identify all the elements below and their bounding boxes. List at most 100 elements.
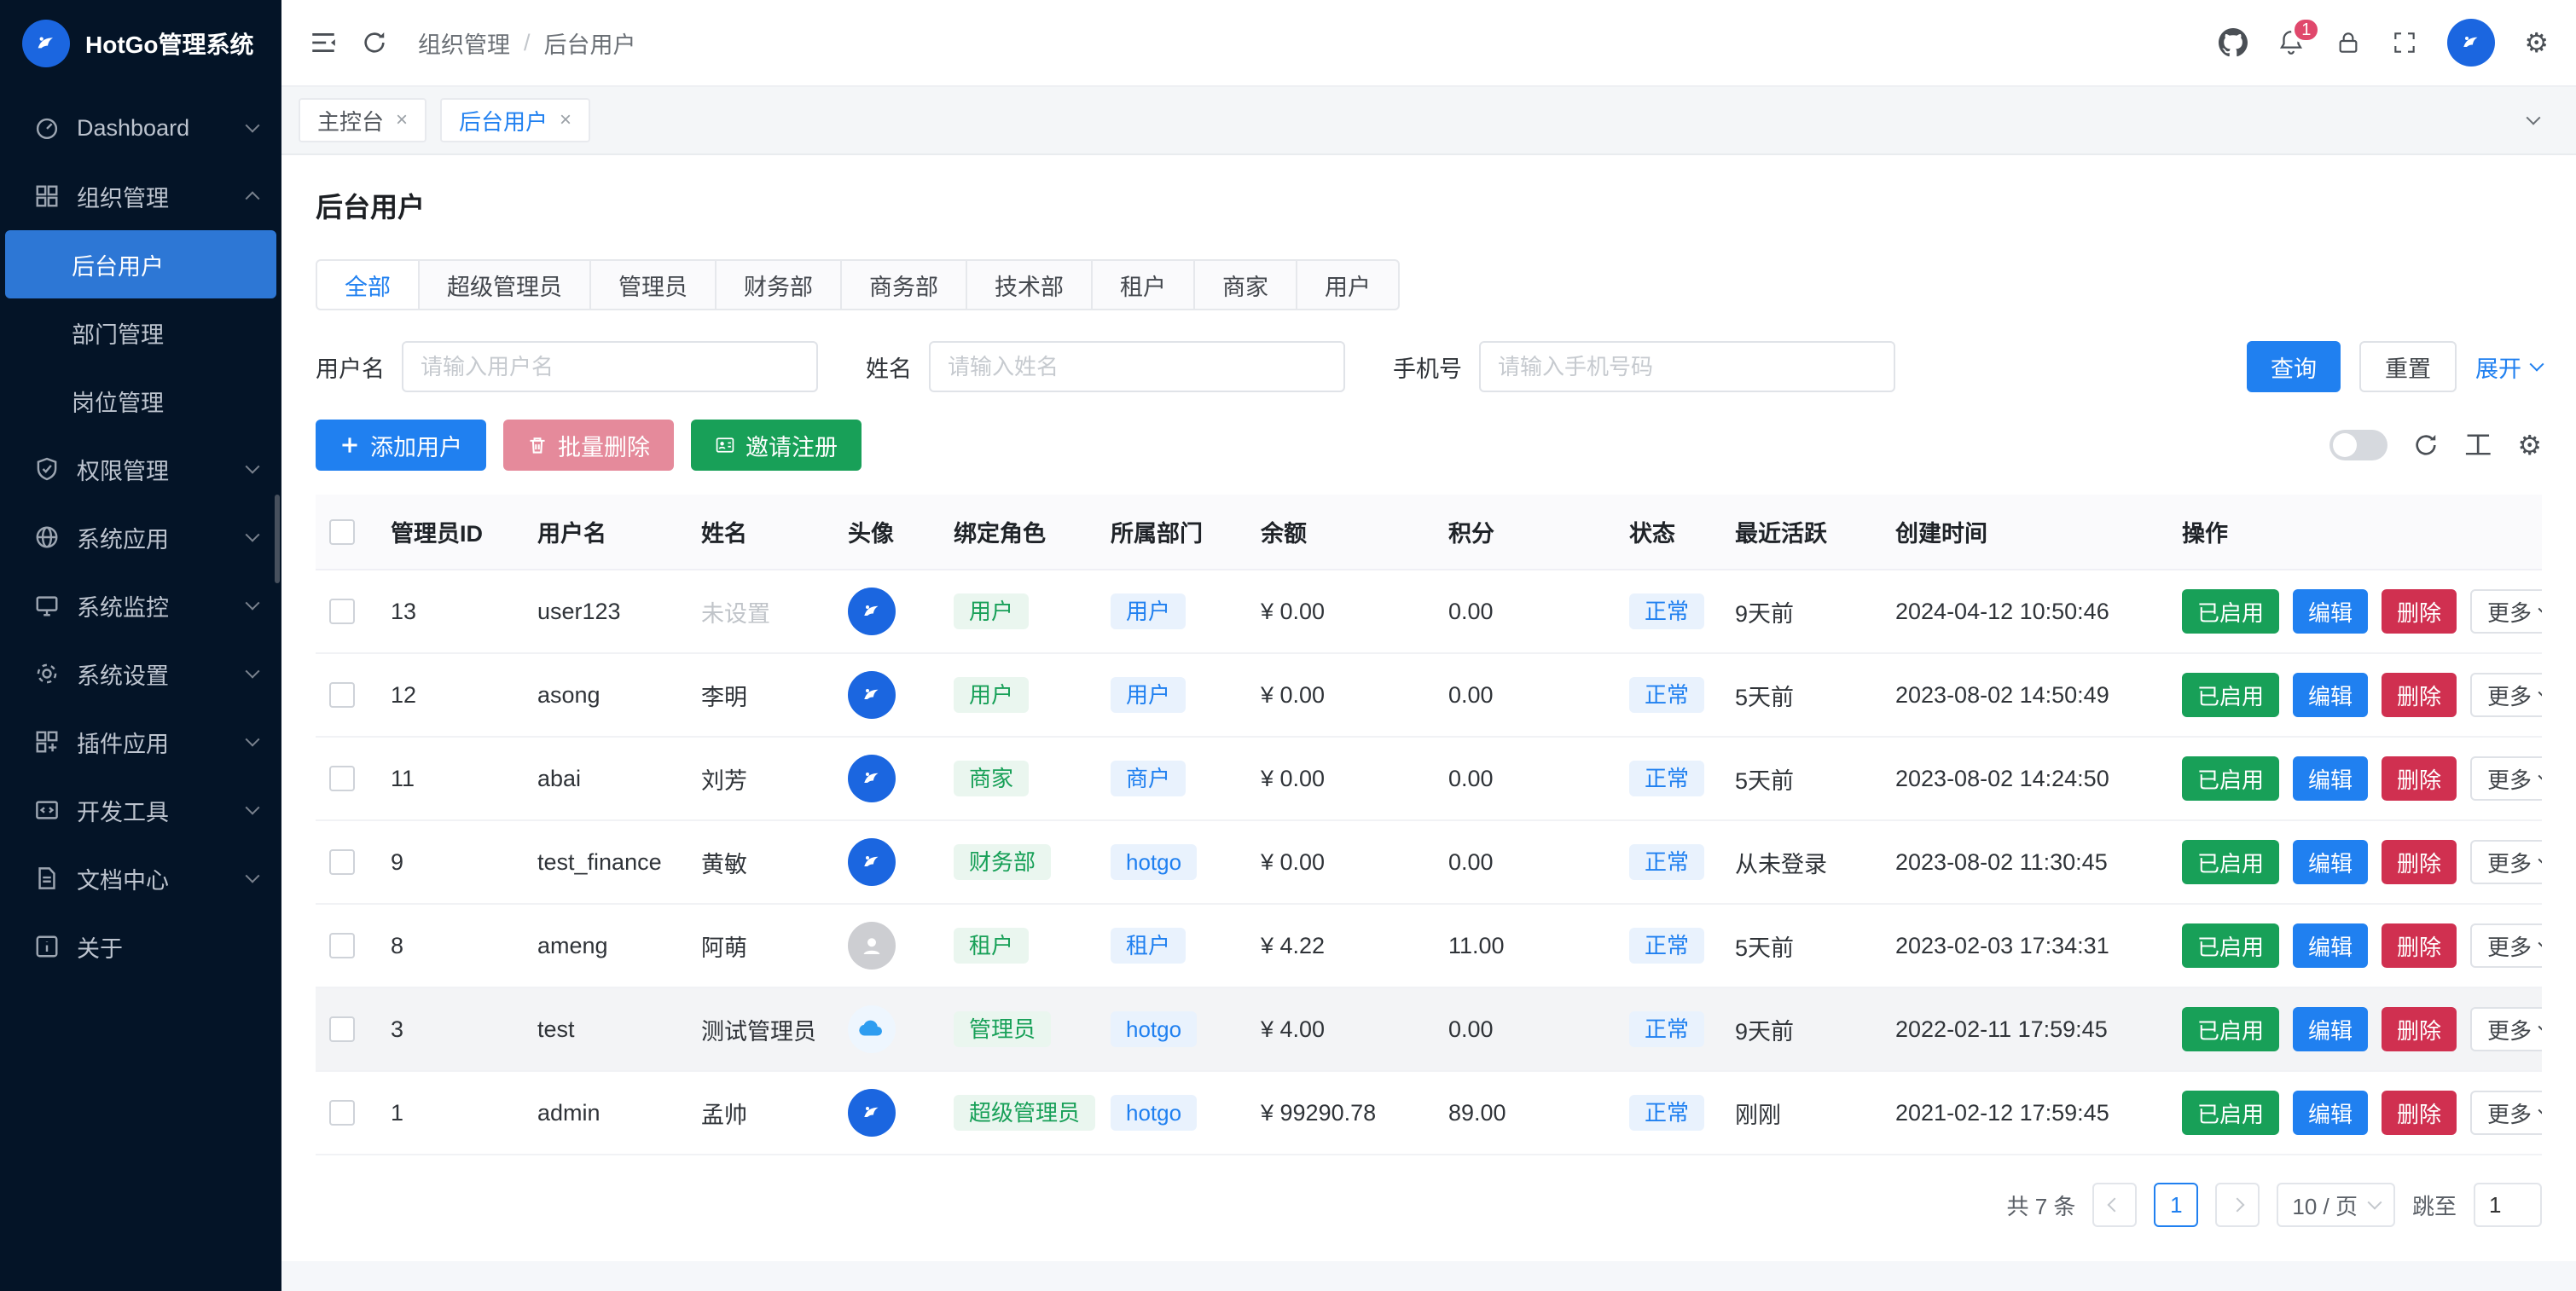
sidebar-item-org[interactable]: 组织管理 bbox=[0, 162, 281, 230]
row-checkbox[interactable] bbox=[329, 1100, 355, 1126]
github-icon[interactable] bbox=[2219, 28, 2248, 57]
filter-tab-tech[interactable]: 技术部 bbox=[966, 259, 1093, 310]
breadcrumb-item[interactable]: 后台用户 bbox=[544, 26, 636, 60]
settings-gear-icon[interactable]: ⚙ bbox=[2524, 29, 2549, 56]
enabled-button[interactable]: 已启用 bbox=[2182, 923, 2279, 968]
sidebar-item-permissions[interactable]: 权限管理 bbox=[0, 435, 281, 503]
filter-tab-user[interactable]: 用户 bbox=[1296, 259, 1400, 310]
more-button[interactable]: 更多 bbox=[2470, 840, 2542, 884]
edit-button[interactable]: 编辑 bbox=[2293, 840, 2368, 884]
next-page-button[interactable] bbox=[2215, 1183, 2260, 1227]
col-balance: 余额 bbox=[1247, 495, 1435, 570]
chevron-down-icon bbox=[2530, 357, 2544, 372]
filter-tab-merchant[interactable]: 商家 bbox=[1193, 259, 1297, 310]
tab-backend-users[interactable]: 后台用户 × bbox=[440, 98, 590, 142]
reset-button[interactable]: 重置 bbox=[2359, 341, 2457, 392]
page-number-button[interactable]: 1 bbox=[2154, 1183, 2198, 1227]
enabled-button[interactable]: 已启用 bbox=[2182, 1007, 2279, 1051]
select-all-checkbox[interactable] bbox=[329, 519, 355, 545]
status-badge: 正常 bbox=[1629, 1011, 1704, 1047]
tab-console[interactable]: 主控台 × bbox=[299, 98, 426, 142]
app-logo[interactable]: HotGo管理系统 bbox=[0, 0, 281, 87]
close-icon[interactable]: × bbox=[396, 110, 408, 130]
delete-button[interactable]: 删除 bbox=[2382, 840, 2457, 884]
edit-button[interactable]: 编辑 bbox=[2293, 673, 2368, 717]
sidebar-item-backend-users[interactable]: 后台用户 bbox=[5, 230, 276, 298]
row-checkbox[interactable] bbox=[329, 766, 355, 791]
column-settings-gear-icon[interactable]: ⚙ bbox=[2517, 431, 2542, 459]
more-button[interactable]: 更多 bbox=[2470, 589, 2542, 634]
row-checkbox[interactable] bbox=[329, 849, 355, 875]
filter-tab-all[interactable]: 全部 bbox=[316, 259, 420, 310]
sidebar-item-dashboard[interactable]: Dashboard bbox=[0, 94, 281, 162]
user-avatar[interactable] bbox=[2447, 19, 2495, 67]
enabled-button[interactable]: 已启用 bbox=[2182, 673, 2279, 717]
breadcrumb-separator: / bbox=[524, 30, 531, 56]
delete-button[interactable]: 删除 bbox=[2382, 923, 2457, 968]
expand-link[interactable]: 展开 bbox=[2475, 350, 2542, 384]
delete-button[interactable]: 删除 bbox=[2382, 589, 2457, 634]
enabled-button[interactable]: 已启用 bbox=[2182, 756, 2279, 801]
username-input[interactable] bbox=[402, 341, 818, 392]
name-input[interactable] bbox=[929, 341, 1345, 392]
page-size-select[interactable]: 10 / 页 bbox=[2277, 1183, 2395, 1227]
edit-button[interactable]: 编辑 bbox=[2293, 1007, 2368, 1051]
filter-tab-admin[interactable]: 管理员 bbox=[589, 259, 717, 310]
goto-page-input[interactable] bbox=[2474, 1183, 2542, 1227]
filter-tab-tenant[interactable]: 租户 bbox=[1091, 259, 1195, 310]
sidebar-item-monitor[interactable]: 系统监控 bbox=[0, 571, 281, 640]
breadcrumb-item[interactable]: 组织管理 bbox=[418, 26, 510, 60]
close-icon[interactable]: × bbox=[560, 110, 571, 130]
enabled-button[interactable]: 已启用 bbox=[2182, 589, 2279, 634]
sidebar-item-devtools[interactable]: 开发工具 bbox=[0, 776, 281, 844]
col-avatar: 头像 bbox=[834, 495, 940, 570]
enabled-button[interactable]: 已启用 bbox=[2182, 840, 2279, 884]
row-checkbox[interactable] bbox=[329, 682, 355, 708]
more-button[interactable]: 更多 bbox=[2470, 923, 2542, 968]
sidebar-item-docs[interactable]: 文档中心 bbox=[0, 844, 281, 912]
sidebar-collapse-icon[interactable] bbox=[309, 28, 338, 57]
search-button[interactable]: 查询 bbox=[2247, 341, 2341, 392]
delete-button[interactable]: 删除 bbox=[2382, 673, 2457, 717]
sidebar-item-plugins[interactable]: 插件应用 bbox=[0, 708, 281, 776]
refresh-icon[interactable] bbox=[362, 30, 387, 55]
more-button[interactable]: 更多 bbox=[2470, 756, 2542, 801]
batch-delete-button[interactable]: 批量删除 bbox=[503, 420, 674, 471]
filter-tab-superadmin[interactable]: 超级管理员 bbox=[418, 259, 591, 310]
row-checkbox[interactable] bbox=[329, 599, 355, 624]
add-user-button[interactable]: 添加用户 bbox=[316, 420, 486, 471]
filter-tab-business[interactable]: 商务部 bbox=[840, 259, 967, 310]
row-checkbox[interactable] bbox=[329, 933, 355, 958]
fullscreen-icon[interactable] bbox=[2391, 29, 2418, 56]
sidebar-item-positions[interactable]: 岗位管理 bbox=[0, 367, 281, 435]
sidebar-item-about[interactable]: 关于 bbox=[0, 912, 281, 981]
chevron-down-icon bbox=[246, 732, 260, 747]
edit-button[interactable]: 编辑 bbox=[2293, 756, 2368, 801]
sidebar-scrollbar[interactable] bbox=[275, 495, 280, 583]
prev-page-button[interactable] bbox=[2092, 1183, 2137, 1227]
col-status: 状态 bbox=[1616, 495, 1721, 570]
invite-register-button[interactable]: 邀请注册 bbox=[691, 420, 862, 471]
sidebar-item-departments[interactable]: 部门管理 bbox=[0, 298, 281, 367]
sidebar-item-apps[interactable]: 系统应用 bbox=[0, 503, 281, 571]
edit-button[interactable]: 编辑 bbox=[2293, 589, 2368, 634]
lock-screen-icon[interactable] bbox=[2335, 29, 2362, 56]
delete-button[interactable]: 删除 bbox=[2382, 756, 2457, 801]
tabs-menu-chevron[interactable] bbox=[2508, 98, 2559, 142]
sidebar-item-settings[interactable]: 系统设置 bbox=[0, 640, 281, 708]
delete-button[interactable]: 删除 bbox=[2382, 1091, 2457, 1135]
more-button[interactable]: 更多 bbox=[2470, 1007, 2542, 1051]
enabled-button[interactable]: 已启用 bbox=[2182, 1091, 2279, 1135]
edit-button[interactable]: 编辑 bbox=[2293, 1091, 2368, 1135]
more-button[interactable]: 更多 bbox=[2470, 673, 2542, 717]
notification-bell-icon[interactable]: 1 bbox=[2277, 28, 2306, 57]
row-density-icon[interactable]: 工 bbox=[2464, 431, 2492, 459]
delete-button[interactable]: 删除 bbox=[2382, 1007, 2457, 1051]
filter-tab-finance[interactable]: 财务部 bbox=[715, 259, 842, 310]
more-button[interactable]: 更多 bbox=[2470, 1091, 2542, 1135]
table-refresh-icon[interactable] bbox=[2413, 432, 2439, 458]
row-checkbox[interactable] bbox=[329, 1016, 355, 1042]
edit-button[interactable]: 编辑 bbox=[2293, 923, 2368, 968]
striped-toggle[interactable] bbox=[2329, 430, 2387, 460]
phone-input[interactable] bbox=[1479, 341, 1895, 392]
